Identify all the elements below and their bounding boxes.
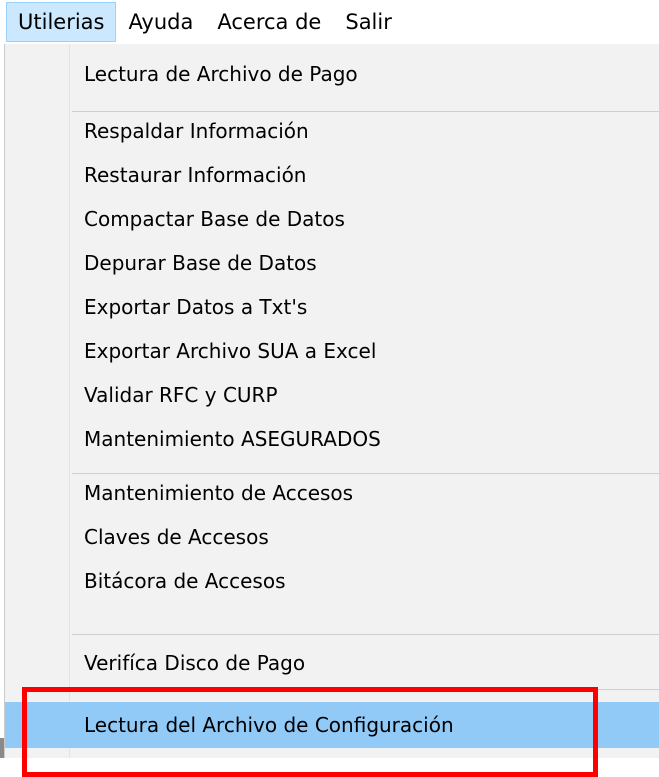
menu-item-label: Mantenimiento ASEGURADOS (84, 427, 381, 451)
menu-item-label: Exportar Datos a Txt's (84, 295, 308, 319)
menu-item-lectura-archivo-configuracion[interactable]: Lectura del Archivo de Configuración (5, 702, 659, 748)
menu-acerca-de[interactable]: Acerca de (205, 2, 333, 42)
menu-item-label: Lectura del Archivo de Configuración (84, 713, 454, 737)
menu-item-label: Respaldar Información (84, 119, 309, 143)
menu-item-label: Restaurar Información (84, 163, 307, 187)
menu-item-label: Lectura de Archivo de Pago (84, 62, 358, 86)
menu-item-respaldar-informacion[interactable]: Respaldar Información (5, 109, 659, 153)
menu-item-mantenimiento-accesos[interactable]: Mantenimiento de Accesos (5, 471, 659, 515)
menu-separator (72, 634, 659, 635)
menu-item-label: Bitácora de Accesos (84, 569, 286, 593)
menu-item-verifica-disco-pago[interactable]: Verifíca Disco de Pago (5, 641, 659, 685)
menu-item-exportar-datos-txt[interactable]: Exportar Datos a Txt's (5, 285, 659, 329)
menu-salir[interactable]: Salir (333, 2, 404, 42)
menu-item-restaurar-informacion[interactable]: Restaurar Información (5, 153, 659, 197)
menu-item-claves-accesos[interactable]: Claves de Accesos (5, 515, 659, 559)
menu-item-label: Exportar Archivo SUA a Excel (84, 339, 377, 363)
menu-item-label: Depurar Base de Datos (84, 251, 317, 275)
menu-item-label: Verifíca Disco de Pago (84, 651, 306, 675)
menu-item-label: Compactar Base de Datos (84, 207, 345, 231)
menu-item-validar-rfc-curp[interactable]: Validar RFC y CURP (5, 373, 659, 417)
menu-bar: Utilerias Ayuda Acerca de Salir (0, 0, 659, 44)
menu-item-exportar-sua-excel[interactable]: Exportar Archivo SUA a Excel (5, 329, 659, 373)
menu-item-label: Claves de Accesos (84, 525, 269, 549)
menu-item-lectura-archivo-pago[interactable]: Lectura de Archivo de Pago (5, 52, 659, 96)
menu-item-label: Mantenimiento de Accesos (84, 481, 354, 505)
menu-item-compactar-base-datos[interactable]: Compactar Base de Datos (5, 197, 659, 241)
menu-item-label: Validar RFC y CURP (84, 383, 278, 407)
utilerias-dropdown-menu: Lectura de Archivo de Pago Respaldar Inf… (4, 44, 659, 758)
menu-item-mantenimiento-asegurados[interactable]: Mantenimiento ASEGURADOS (5, 417, 659, 461)
menu-utilerias[interactable]: Utilerias (6, 2, 117, 42)
menu-ayuda[interactable]: Ayuda (116, 2, 205, 42)
menu-separator (72, 689, 659, 690)
menu-item-depurar-base-datos[interactable]: Depurar Base de Datos (5, 241, 659, 285)
menu-item-bitacora-accesos[interactable]: Bitácora de Accesos (5, 559, 659, 603)
window-edge (0, 738, 4, 758)
